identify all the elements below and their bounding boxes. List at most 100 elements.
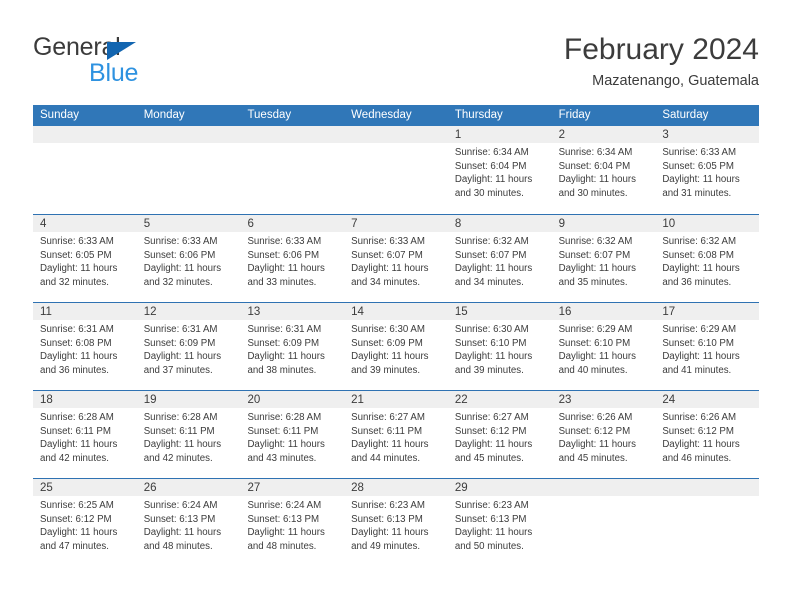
day-detail-line: Daylight: 11 hours — [662, 439, 740, 451]
day-cell-6[interactable]: 6 Sunrise: 6:33 AM Sunset: 6:06 PM Daylight… — [240, 215, 344, 302]
day-cell-5[interactable]: 5 Sunrise: 6:33 AM Sunset: 6:06 PM Daylight… — [137, 215, 241, 302]
day-detail-line: and 39 minutes. — [454, 364, 524, 376]
day-details: Sunrise: 6:28 AM Sunset: 6:11 PM Daylight:… — [144, 411, 241, 465]
day-number: 20 — [247, 394, 261, 406]
day-detail-line: Sunrise: 6:27 AM — [351, 412, 425, 423]
day-detail-line: and 36 minutes. — [662, 276, 732, 288]
day-cell-23[interactable]: 23 Sunrise: 6:26 AM Sunset: 6:12 PM Dayligh… — [552, 391, 656, 478]
day-detail-line: Daylight: 11 hours — [40, 351, 118, 363]
day-number: 21 — [351, 394, 364, 406]
day-detail-line: Sunset: 6:09 PM — [351, 337, 423, 349]
week-cells: 11 Sunrise: 6:31 AM Sunset: 6:08 PM Dayligh… — [33, 303, 759, 390]
day-detail-line: Sunset: 6:07 PM — [454, 249, 527, 261]
day-details: Sunrise: 6:33 AM Sunset: 6:06 PM Daylight:… — [247, 235, 344, 289]
day-cell-15[interactable]: 15 Sunrise: 6:30 AM Sunset: 6:10 PM Dayligh… — [448, 303, 552, 390]
day-cell-10[interactable]: 10 Sunrise: 6:32 AM Sunset: 6:08 PM Dayligh… — [655, 215, 759, 302]
day-cell-17[interactable]: 17 Sunrise: 6:29 AM Sunset: 6:10 PM Dayligh… — [655, 303, 759, 390]
day-detail-line: Sunrise: 6:34 AM — [558, 147, 633, 158]
day-detail-line: Daylight: 11 hours — [247, 351, 325, 363]
day-details: Sunrise: 6:27 AM Sunset: 6:12 PM Daylight:… — [455, 411, 552, 465]
day-details: Sunrise: 6:24 AM Sunset: 6:13 PM Daylight:… — [247, 499, 344, 553]
day-cell-2[interactable]: 2 Sunrise: 6:34 AM Sunset: 6:04 PM Daylight… — [552, 126, 656, 214]
day-detail-line: and 43 minutes. — [247, 452, 317, 464]
day-number: 18 — [40, 394, 53, 406]
title-block: February 2024 Mazatenango, Guatemala — [564, 32, 759, 90]
day-detail-line: Daylight: 11 hours — [143, 351, 222, 363]
day-cell-20[interactable]: 20 Sunrise: 6:28 AM Sunset: 6:11 PM Dayligh… — [240, 391, 344, 478]
weekday-header-thursday: Thursday — [454, 109, 503, 121]
day-cell-19[interactable]: 19 Sunrise: 6:28 AM Sunset: 6:11 PM Dayligh… — [137, 391, 241, 478]
day-cell-18[interactable]: 18 Sunrise: 6:28 AM Sunset: 6:11 PM Dayligh… — [33, 391, 137, 478]
day-detail-line: Sunrise: 6:29 AM — [558, 324, 633, 335]
day-cell-7[interactable]: 7 Sunrise: 6:33 AM Sunset: 6:07 PM Daylight… — [344, 215, 448, 302]
day-detail-line: and 34 minutes. — [351, 276, 421, 288]
day-number: 14 — [351, 306, 364, 318]
day-detail-line: Sunrise: 6:30 AM — [454, 324, 529, 335]
day-detail-line: and 39 minutes. — [351, 364, 421, 376]
day-detail-line: Daylight: 11 hours — [558, 263, 636, 275]
day-number: 4 — [40, 218, 47, 230]
day-detail-line: and 42 minutes. — [143, 452, 213, 464]
day-detail-line: Sunset: 6:11 PM — [143, 425, 215, 437]
day-cell-8[interactable]: 8 Sunrise: 6:32 AM Sunset: 6:07 PM Daylight… — [448, 215, 552, 302]
day-number: 10 — [662, 218, 676, 230]
day-detail-line: Sunrise: 6:34 AM — [454, 147, 529, 158]
day-detail-line: Sunset: 6:10 PM — [558, 337, 631, 349]
day-number: 15 — [454, 306, 468, 318]
day-detail-line: Sunset: 6:06 PM — [247, 249, 320, 261]
weekday-header-sunday: Sunday — [40, 109, 80, 121]
day-detail-line: Sunset: 6:10 PM — [454, 337, 527, 349]
day-detail-line: Daylight: 11 hours — [351, 527, 429, 539]
calendar-body: 1 Sunrise: 6:34 AM Sunset: 6:04 PM Daylight… — [33, 126, 759, 566]
day-detail-line: Daylight: 11 hours — [454, 439, 533, 451]
week-cells: 1 Sunrise: 6:34 AM Sunset: 6:04 PM Daylight… — [33, 126, 759, 214]
day-number: 1 — [454, 129, 462, 141]
weekday-header-wednesday: Wednesday — [351, 109, 412, 121]
day-cell-9[interactable]: 9 Sunrise: 6:32 AM Sunset: 6:07 PM Daylight… — [552, 215, 656, 302]
day-details: Sunrise: 6:31 AM Sunset: 6:09 PM Daylight:… — [247, 323, 344, 377]
day-number: 16 — [558, 306, 572, 318]
day-cell-12[interactable]: 12 Sunrise: 6:31 AM Sunset: 6:09 PM Dayligh… — [137, 303, 241, 390]
general-blue-logo: General Blue — [33, 32, 233, 90]
calendar-week-row: 25 Sunrise: 6:25 AM Sunset: 6:12 PM Dayligh… — [33, 478, 759, 566]
day-detail-line: Sunrise: 6:33 AM — [351, 236, 425, 247]
day-details: Sunrise: 6:28 AM Sunset: 6:11 PM Daylight:… — [247, 411, 344, 465]
day-cell-11[interactable]: 11 Sunrise: 6:31 AM Sunset: 6:08 PM Dayligh… — [33, 303, 137, 390]
day-number: 27 — [247, 482, 261, 494]
day-detail-line: Sunset: 6:11 PM — [247, 425, 319, 437]
day-cell-25[interactable]: 25 Sunrise: 6:25 AM Sunset: 6:12 PM Dayligh… — [33, 479, 137, 566]
day-cell-29[interactable]: 29 Sunrise: 6:23 AM Sunset: 6:13 PM Dayligh… — [448, 479, 552, 566]
day-cell-16[interactable]: 16 Sunrise: 6:29 AM Sunset: 6:10 PM Dayligh… — [552, 303, 656, 390]
day-detail-line: Sunrise: 6:23 AM — [454, 500, 529, 511]
day-details: Sunrise: 6:32 AM Sunset: 6:07 PM Daylight:… — [455, 235, 552, 289]
day-detail-line: Sunset: 6:10 PM — [662, 337, 734, 349]
day-detail-line: Daylight: 11 hours — [662, 174, 740, 186]
day-number: 17 — [662, 306, 676, 318]
day-detail-line: Sunrise: 6:24 AM — [247, 500, 322, 511]
day-cell-4[interactable]: 4 Sunrise: 6:33 AM Sunset: 6:05 PM Daylight… — [33, 215, 137, 302]
day-cell-empty — [240, 126, 344, 214]
day-cell-1[interactable]: 1 Sunrise: 6:34 AM Sunset: 6:04 PM Daylight… — [448, 126, 552, 214]
day-cell-28[interactable]: 28 Sunrise: 6:23 AM Sunset: 6:13 PM Dayligh… — [344, 479, 448, 566]
day-detail-line: Sunrise: 6:24 AM — [143, 500, 218, 511]
day-number: 7 — [351, 218, 358, 230]
day-cell-27[interactable]: 27 Sunrise: 6:24 AM Sunset: 6:13 PM Dayligh… — [240, 479, 344, 566]
day-cell-14[interactable]: 14 Sunrise: 6:30 AM Sunset: 6:09 PM Dayligh… — [344, 303, 448, 390]
day-cell-21[interactable]: 21 Sunrise: 6:27 AM Sunset: 6:11 PM Dayligh… — [344, 391, 448, 478]
day-cell-26[interactable]: 26 Sunrise: 6:24 AM Sunset: 6:13 PM Dayligh… — [137, 479, 241, 566]
day-detail-line: Sunset: 6:12 PM — [40, 513, 112, 525]
day-details: Sunrise: 6:31 AM Sunset: 6:08 PM Daylight:… — [40, 323, 137, 377]
day-detail-line: Daylight: 11 hours — [454, 527, 533, 539]
day-detail-line: Sunrise: 6:25 AM — [40, 500, 114, 511]
calendar-week-row: 18 Sunrise: 6:28 AM Sunset: 6:11 PM Dayligh… — [33, 390, 759, 478]
day-cell-22[interactable]: 22 Sunrise: 6:27 AM Sunset: 6:12 PM Dayligh… — [448, 391, 552, 478]
day-cell-3[interactable]: 3 Sunrise: 6:33 AM Sunset: 6:05 PM Daylight… — [655, 126, 759, 214]
day-number: 2 — [558, 129, 565, 141]
day-details: Sunrise: 6:23 AM Sunset: 6:13 PM Daylight:… — [455, 499, 552, 553]
day-detail-line: Daylight: 11 hours — [558, 351, 636, 363]
day-number: 3 — [662, 129, 669, 141]
day-detail-line: Sunrise: 6:29 AM — [662, 324, 737, 335]
day-cell-13[interactable]: 13 Sunrise: 6:31 AM Sunset: 6:09 PM Dayligh… — [240, 303, 344, 390]
day-detail-line: Sunset: 6:13 PM — [351, 513, 423, 525]
day-cell-24[interactable]: 24 Sunrise: 6:26 AM Sunset: 6:12 PM Dayligh… — [655, 391, 759, 478]
